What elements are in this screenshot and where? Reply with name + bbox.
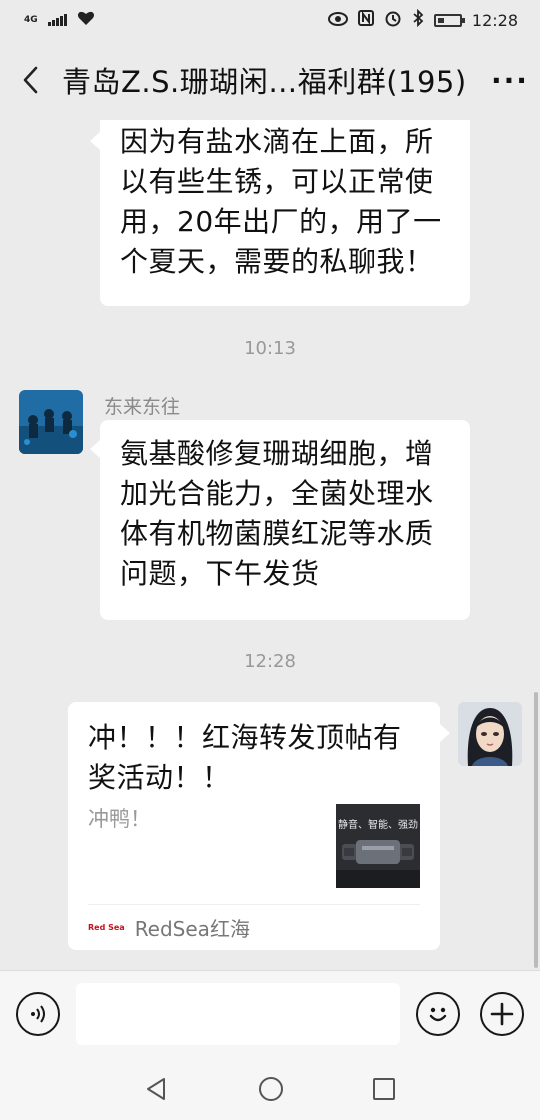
emoji-button[interactable] bbox=[416, 992, 460, 1036]
card-thumbnail: 静音、智能、强劲 bbox=[336, 804, 420, 888]
network-type: 4G bbox=[24, 14, 38, 25]
shared-link-card[interactable]: 冲！！！红海转发顶帖有 奖活动！！ 冲鸭！ 静音、智能、强劲 Red Sea R… bbox=[68, 702, 450, 950]
nav-recents-icon[interactable] bbox=[372, 1077, 396, 1101]
alarm-icon bbox=[384, 9, 402, 31]
back-button[interactable] bbox=[0, 40, 62, 120]
message-line: 因为有盐水滴在上面，所 bbox=[120, 125, 434, 158]
source-name: RedSea红海 bbox=[134, 917, 250, 941]
illustrated-girl-avatar bbox=[458, 702, 522, 766]
card-title-line: 冲！！！红海转发顶帖有 bbox=[88, 721, 402, 754]
nav-home-icon[interactable] bbox=[258, 1076, 284, 1102]
diver-avatar-image bbox=[19, 390, 83, 454]
my-avatar[interactable] bbox=[458, 702, 522, 766]
plus-icon bbox=[490, 1002, 514, 1026]
health-icon bbox=[77, 10, 95, 30]
message-bubble[interactable]: 因为有盐水滴在上面，所 以有些生锈，可以正常使 用，20年出厂的，用了一 个夏天… bbox=[90, 120, 470, 306]
message-input[interactable] bbox=[76, 983, 400, 1045]
chevron-left-icon bbox=[23, 66, 38, 94]
chat-title: 青岛Z.S.珊瑚闲…福利群(195) bbox=[62, 65, 467, 99]
redsea-logo: Red Sea bbox=[88, 923, 125, 932]
input-bar bbox=[0, 970, 540, 1058]
message-bubble[interactable]: 氨基酸修复珊瑚细胞，增 加光合能力，全菌处理水 体有机物菌膜红泥等水质 问题，下… bbox=[90, 420, 470, 620]
message-line: 个夏天，需要的私聊我！ bbox=[120, 245, 434, 278]
battery-icon bbox=[433, 13, 465, 27]
signal-icon bbox=[47, 14, 67, 26]
status-bar: 4G 12:28 bbox=[0, 0, 540, 40]
system-nav-bar bbox=[0, 1058, 540, 1120]
card-description: 冲鸭！ bbox=[88, 807, 151, 831]
message-line: 体有机物菌膜红泥等水质 bbox=[120, 517, 434, 550]
message-line: 以有些生锈，可以正常使 bbox=[120, 165, 434, 198]
emoji-icon bbox=[429, 1007, 447, 1022]
nfc-icon bbox=[357, 10, 374, 30]
voice-input-button[interactable] bbox=[16, 992, 60, 1036]
timestamp: 10:13 bbox=[244, 338, 296, 359]
status-time: 12:28 bbox=[471, 10, 518, 30]
message-line: 氨基酸修复珊瑚细胞，增 bbox=[120, 437, 434, 470]
message-line: 用，20年出厂的，用了一 bbox=[120, 205, 442, 238]
bluetooth-icon bbox=[412, 8, 424, 31]
sender-name: 东来东往 bbox=[104, 396, 181, 418]
message-line: 问题，下午发货 bbox=[120, 557, 320, 590]
card-title: 冲！！！红海转发顶帖有 奖活动！！ bbox=[88, 718, 420, 798]
pump-product-image bbox=[336, 840, 420, 888]
scrollbar[interactable] bbox=[534, 692, 538, 968]
chat-header: 青岛Z.S.珊瑚闲…福利群(195) ··· bbox=[0, 40, 540, 120]
nav-back-icon[interactable] bbox=[144, 1076, 170, 1102]
more-actions-button[interactable] bbox=[480, 992, 524, 1036]
voice-icon bbox=[31, 1005, 45, 1023]
card-source: Red Sea RedSea红海 bbox=[88, 904, 420, 950]
more-options-button[interactable]: ··· bbox=[480, 64, 540, 97]
eye-comfort-icon bbox=[327, 11, 348, 30]
avatar[interactable] bbox=[19, 390, 83, 454]
timestamp: 12:28 bbox=[244, 651, 296, 672]
message-list[interactable]: 因为有盐水滴在上面，所 以有些生锈，可以正常使 用，20年出厂的，用了一 个夏天… bbox=[0, 120, 540, 970]
card-title-line: 奖活动！！ bbox=[88, 761, 231, 794]
message-line: 加光合能力，全菌处理水 bbox=[120, 477, 434, 510]
